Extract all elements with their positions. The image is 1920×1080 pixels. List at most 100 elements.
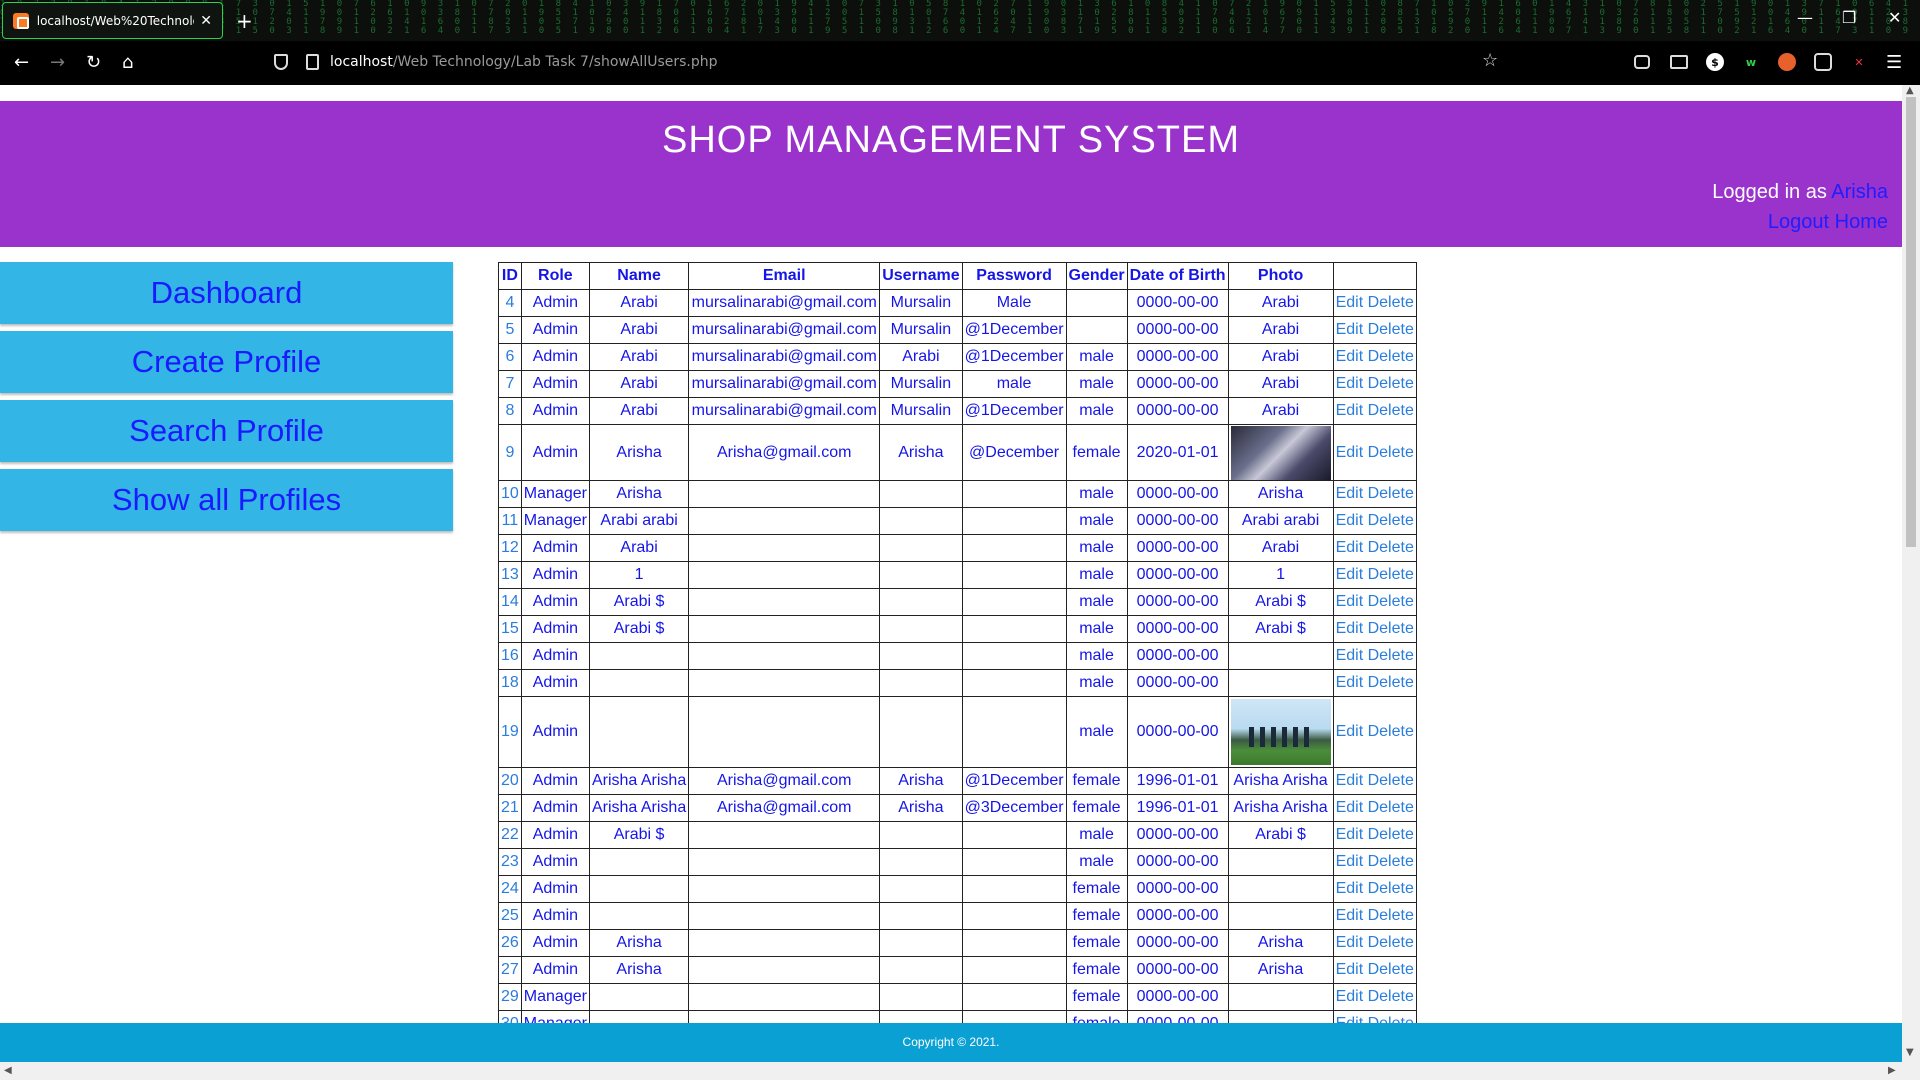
browser-tab-active[interactable]: localhost/Web%20Technology/L ✕ <box>2 2 223 39</box>
edit-link[interactable]: Edit <box>1336 880 1364 897</box>
delete-link[interactable]: Delete <box>1368 348 1414 365</box>
cell-role: Admin <box>520 343 590 371</box>
delete-link[interactable]: Delete <box>1368 444 1414 461</box>
pocket-icon[interactable] <box>1634 55 1650 69</box>
delete-link[interactable]: Delete <box>1368 961 1414 978</box>
edit-link[interactable]: Edit <box>1336 566 1364 583</box>
page-info-icon[interactable] <box>306 54 319 70</box>
delete-link[interactable]: Delete <box>1368 674 1414 691</box>
cell-password <box>961 983 1067 1011</box>
edit-link[interactable]: Edit <box>1336 826 1364 843</box>
bookmark-star-icon[interactable]: ☆ <box>1482 50 1498 71</box>
delete-link[interactable]: Delete <box>1368 988 1414 1005</box>
reader-view-icon[interactable] <box>1670 55 1688 69</box>
delete-link[interactable]: Delete <box>1368 485 1414 502</box>
menu-hamburger-icon[interactable]: ☰ <box>1886 52 1902 73</box>
edit-link[interactable]: Edit <box>1336 294 1364 311</box>
delete-link[interactable]: Delete <box>1368 907 1414 924</box>
address-bar[interactable]: localhost/Web Technology/Lab Task 7/show… <box>268 46 1513 80</box>
minimize-icon[interactable]: — <box>1797 8 1813 27</box>
edit-link[interactable]: Edit <box>1336 539 1364 556</box>
delete-link[interactable]: Delete <box>1368 880 1414 897</box>
edit-link[interactable]: Edit <box>1336 485 1364 502</box>
cell-name: Arabi $ <box>588 588 690 616</box>
cell-name <box>588 983 690 1011</box>
table-row: 5 Admin Arabi mursalinarabi@gmail.com Mursal… <box>498 316 1417 344</box>
sidebar-item-show-all-profiles[interactable]: Show all Profiles <box>0 469 453 531</box>
edit-link[interactable]: Edit <box>1336 674 1364 691</box>
delete-link[interactable]: Delete <box>1368 799 1414 816</box>
delete-link[interactable]: Delete <box>1368 934 1414 951</box>
new-tab-icon[interactable]: + <box>236 9 253 33</box>
edit-link[interactable]: Edit <box>1336 723 1364 740</box>
edit-link[interactable]: Edit <box>1336 961 1364 978</box>
edit-link[interactable]: Edit <box>1336 375 1364 392</box>
delete-link[interactable]: Delete <box>1368 826 1414 843</box>
horizontal-scrollbar[interactable]: ◀ ▶ <box>0 1062 1920 1080</box>
reload-icon[interactable]: ↻ <box>86 52 101 73</box>
delete-link[interactable]: Delete <box>1368 539 1414 556</box>
delete-link[interactable]: Delete <box>1368 375 1414 392</box>
extension-tools-icon[interactable]: ✕ <box>1850 53 1868 71</box>
cell-password <box>961 696 1067 768</box>
tracking-shield-icon[interactable] <box>274 54 288 70</box>
cell-password <box>961 534 1067 562</box>
delete-link[interactable]: Delete <box>1368 723 1414 740</box>
edit-link[interactable]: Edit <box>1336 772 1364 789</box>
cell-gender: female <box>1065 983 1128 1011</box>
edit-link[interactable]: Edit <box>1336 907 1364 924</box>
back-icon[interactable]: ← <box>14 52 29 73</box>
forward-icon[interactable]: → <box>50 52 65 73</box>
logout-link[interactable]: Logout <box>1768 211 1829 233</box>
home-link[interactable]: Home <box>1835 211 1888 233</box>
home-icon[interactable]: ⌂ <box>122 52 133 73</box>
table-row: 6 Admin Arabi mursalinarabi@gmail.com Arabi @… <box>498 343 1417 371</box>
extension-glasses-icon[interactable] <box>1814 53 1832 71</box>
cell-id: 19 <box>498 696 522 768</box>
extension-s-icon[interactable]: $ <box>1706 53 1724 71</box>
scroll-down-icon[interactable]: ▼ <box>1906 1047 1914 1058</box>
edit-link[interactable]: Edit <box>1336 512 1364 529</box>
tab-close-icon[interactable]: ✕ <box>200 13 212 29</box>
edit-link[interactable]: Edit <box>1336 620 1364 637</box>
delete-link[interactable]: Delete <box>1368 402 1414 419</box>
header-col-id: ID <box>498 262 522 290</box>
edit-link[interactable]: Edit <box>1336 647 1364 664</box>
edit-link[interactable]: Edit <box>1336 988 1364 1005</box>
edit-link[interactable]: Edit <box>1336 799 1364 816</box>
sidebar-item-create-profile[interactable]: Create Profile <box>0 331 453 393</box>
scroll-right-icon[interactable]: ▶ <box>1888 1065 1896 1076</box>
edit-link[interactable]: Edit <box>1336 853 1364 870</box>
scroll-left-icon[interactable]: ◀ <box>4 1065 12 1076</box>
delete-link[interactable]: Delete <box>1368 772 1414 789</box>
extension-w-icon[interactable]: w <box>1742 53 1760 71</box>
cell-actions: Edit Delete <box>1332 956 1417 984</box>
vertical-scroll-thumb[interactable] <box>1906 97 1916 547</box>
edit-link[interactable]: Edit <box>1336 348 1364 365</box>
window-close-icon[interactable]: ✕ <box>1888 8 1901 27</box>
delete-link[interactable]: Delete <box>1368 647 1414 664</box>
sidebar-item-search-profile[interactable]: Search Profile <box>0 400 453 462</box>
delete-link[interactable]: Delete <box>1368 593 1414 610</box>
edit-link[interactable]: Edit <box>1336 402 1364 419</box>
cell-name: Arabi <box>588 397 690 425</box>
delete-link[interactable]: Delete <box>1368 512 1414 529</box>
scroll-up-icon[interactable]: ▲ <box>1906 85 1914 96</box>
extension-fox-icon[interactable] <box>1778 53 1796 71</box>
delete-link[interactable]: Delete <box>1368 294 1414 311</box>
delete-link[interactable]: Delete <box>1368 566 1414 583</box>
delete-link[interactable]: Delete <box>1368 620 1414 637</box>
edit-link[interactable]: Edit <box>1336 934 1364 951</box>
delete-link[interactable]: Delete <box>1368 853 1414 870</box>
edit-link[interactable]: Edit <box>1336 444 1364 461</box>
edit-link[interactable]: Edit <box>1336 321 1364 338</box>
delete-link[interactable]: Delete <box>1368 321 1414 338</box>
site-header: SHOP MANAGEMENT SYSTEM Logged in as Aris… <box>0 101 1902 247</box>
sidebar-item-dashboard[interactable]: Dashboard <box>0 262 453 324</box>
url-text[interactable]: localhost/Web Technology/Lab Task 7/show… <box>330 54 718 70</box>
cell-id: 22 <box>498 821 522 849</box>
restore-icon[interactable]: ❐ <box>1842 8 1856 27</box>
edit-link[interactable]: Edit <box>1336 593 1364 610</box>
username-link[interactable]: Arisha <box>1831 181 1888 203</box>
vertical-scrollbar[interactable]: ▲ ▼ <box>1902 85 1920 1062</box>
